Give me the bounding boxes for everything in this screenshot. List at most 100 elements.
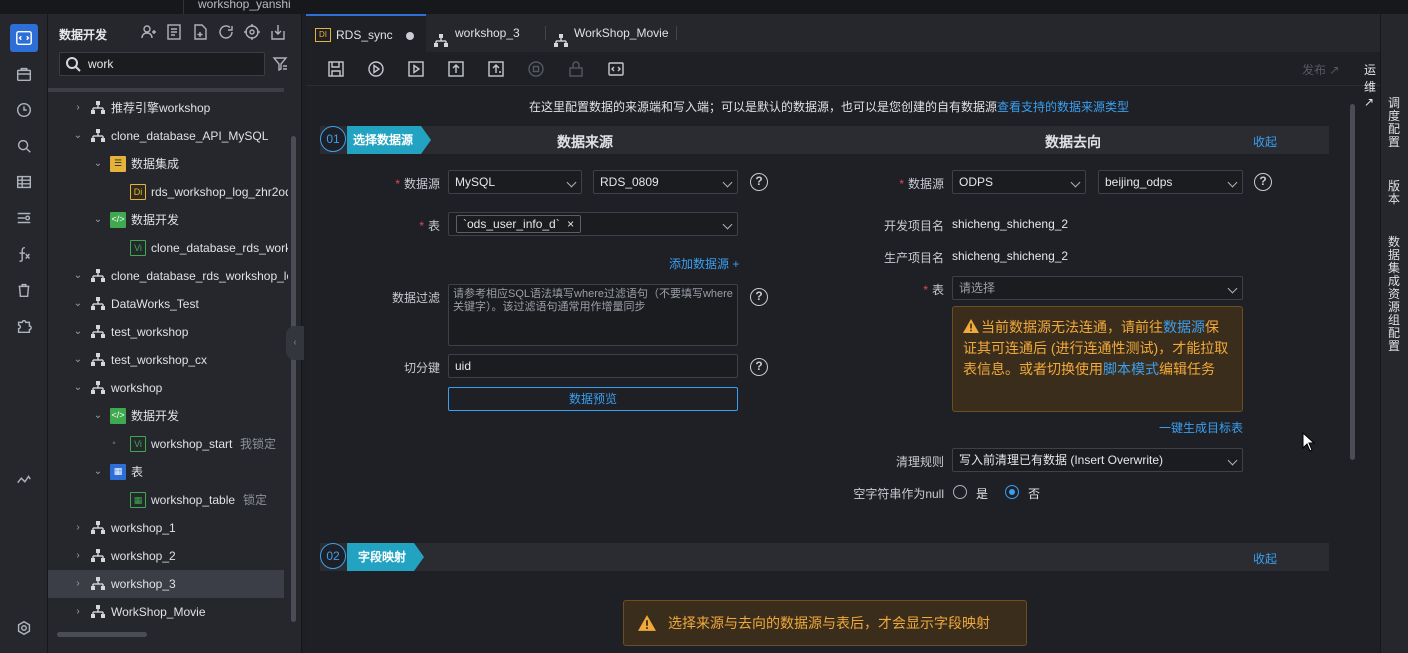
radio-yes[interactable]: [953, 485, 967, 499]
chevron-down-icon[interactable]: ⌄: [72, 290, 84, 318]
help-icon[interactable]: ?: [750, 173, 768, 191]
table-icon[interactable]: [10, 168, 38, 196]
stop-icon[interactable]: [527, 60, 545, 78]
chevron-down-icon[interactable]: ⌄: [92, 150, 104, 178]
data-preview-button[interactable]: 数据预览: [448, 387, 738, 411]
tree-item[interactable]: › 推荐引擎workshop: [48, 94, 284, 122]
filter-icon[interactable]: [272, 56, 288, 75]
code-icon[interactable]: [10, 24, 38, 52]
filter-textarea[interactable]: 请参考相应SQL语法填写where过滤语句（不要填写where关键字）。该过滤语…: [448, 284, 738, 346]
tree-item[interactable]: ⌄ clone_database_rds_workshop_lo: [48, 262, 288, 290]
chevron-down-icon[interactable]: ⌄: [92, 402, 104, 430]
project-tab[interactable]: workshop_yanshi: [183, 0, 305, 14]
collapse-link[interactable]: 收起: [1253, 133, 1277, 150]
resource-group-tab[interactable]: 数据集成资源组配置: [1387, 236, 1401, 353]
target-name-select[interactable]: beijing_odps: [1098, 170, 1243, 194]
clean-rule-select[interactable]: 写入前清理已有数据 (Insert Overwrite): [952, 448, 1243, 472]
chevron-right-icon[interactable]: ›: [72, 570, 84, 598]
chevron-down-icon[interactable]: ⌄: [72, 122, 84, 150]
content-scrollbar[interactable]: [1350, 104, 1355, 460]
new-file-icon[interactable]: [191, 23, 209, 41]
datasource-link[interactable]: 数据源: [1163, 319, 1205, 335]
locate-icon[interactable]: [243, 23, 261, 41]
tab-workshop-movie[interactable]: WorkShop_Movie: [546, 14, 676, 52]
split-key-input[interactable]: uid: [448, 354, 738, 378]
tree-item[interactable]: Vi clone_database_rds_work: [48, 234, 288, 262]
submit-icon[interactable]: [447, 60, 465, 78]
search-icon[interactable]: [10, 132, 38, 160]
refresh-icon[interactable]: [217, 23, 235, 41]
tree-item[interactable]: › workshop_2: [48, 542, 284, 570]
radio-no[interactable]: [1005, 485, 1019, 499]
target-table-select[interactable]: 请选择: [952, 276, 1243, 300]
tree-item[interactable]: ⌄ </> 数据开发: [48, 206, 284, 234]
help-icon[interactable]: ?: [750, 358, 768, 376]
trash-icon[interactable]: [10, 276, 38, 304]
lock-icon[interactable]: [567, 60, 585, 78]
chevron-down-icon[interactable]: ⌄: [72, 346, 84, 374]
help-icon[interactable]: ?: [750, 288, 768, 306]
source-type-select[interactable]: MySQL: [448, 170, 582, 194]
user-icon[interactable]: [139, 23, 157, 41]
unsaved-dot-icon[interactable]: [406, 32, 414, 40]
tree-item[interactable]: ⌄ ☰ 数据集成: [48, 150, 284, 178]
schedule-config-tab[interactable]: 调度配置: [1387, 97, 1401, 149]
publish-button[interactable]: 发布 ↗: [1302, 61, 1339, 78]
ops-button[interactable]: 运维 ↗: [1364, 61, 1380, 109]
tab-rds-sync[interactable]: DI RDS_sync: [306, 14, 426, 52]
target-type-select[interactable]: ODPS: [952, 170, 1086, 194]
document-list-icon[interactable]: [165, 23, 183, 41]
help-icon[interactable]: ?: [1254, 173, 1272, 191]
chevron-down-icon[interactable]: ⌄: [92, 206, 104, 234]
tree-item[interactable]: › workshop_3: [48, 570, 284, 598]
lineage-icon[interactable]: [10, 466, 38, 494]
source-table-select[interactable]: `ods_user_info_d` ×: [448, 212, 738, 236]
run-with-params-icon[interactable]: [407, 60, 425, 78]
submit-unlock-icon[interactable]: [487, 60, 505, 78]
sidebar-collapse-handle[interactable]: ‹: [286, 326, 304, 360]
puzzle-icon[interactable]: [10, 312, 38, 340]
run-icon[interactable]: [367, 60, 385, 78]
chip-remove-icon[interactable]: ×: [567, 217, 574, 231]
chevron-right-icon[interactable]: ›: [72, 94, 84, 122]
import-icon[interactable]: [269, 23, 287, 41]
tree-item[interactable]: ▦ workshop_table 锁定: [48, 486, 284, 514]
tree-item[interactable]: ⌄ </> 数据开发: [48, 402, 284, 430]
tree-item[interactable]: ⌄ ▦ 表: [48, 458, 284, 486]
settings-icon[interactable]: [10, 614, 38, 642]
search-input[interactable]: [88, 56, 258, 72]
chevron-right-icon[interactable]: ›: [72, 514, 84, 542]
chevron-down-icon[interactable]: ⌄: [92, 458, 104, 486]
tree-vertical-scrollbar[interactable]: [291, 136, 296, 622]
chevron-down-icon[interactable]: ⌄: [72, 318, 84, 346]
function-icon[interactable]: [10, 240, 38, 268]
tree-item[interactable]: › workshop_1: [48, 514, 284, 542]
script-mode-icon[interactable]: [607, 60, 625, 78]
generate-target-table-link[interactable]: 一键生成目标表: [1159, 419, 1243, 436]
briefcase-icon[interactable]: [10, 60, 38, 88]
script-mode-link[interactable]: 脚本模式: [1103, 361, 1159, 377]
add-datasource-link[interactable]: 添加数据源 +: [669, 255, 739, 272]
tree-item[interactable]: ⌄ test_workshop_cx: [48, 346, 284, 374]
chevron-down-icon[interactable]: ⌄: [72, 262, 84, 290]
save-icon[interactable]: [327, 60, 345, 78]
chevron-right-icon[interactable]: ›: [72, 598, 84, 626]
supported-datasource-link[interactable]: 查看支持的数据来源类型: [997, 100, 1129, 114]
version-tab[interactable]: 版本: [1387, 180, 1401, 206]
chevron-down-icon[interactable]: ⌄: [72, 374, 84, 402]
tree-item[interactable]: ◦ Vi workshop_start 我锁定: [48, 430, 284, 458]
list-settings-icon[interactable]: [10, 204, 38, 232]
collapse-link[interactable]: 收起: [1253, 550, 1277, 567]
clock-icon[interactable]: [10, 96, 38, 124]
tree-item[interactable]: Di rds_workshop_log_zhr2od: [48, 178, 288, 206]
tree-item[interactable]: › WorkShop_Movie: [48, 598, 284, 626]
source-name-select[interactable]: RDS_0809: [593, 170, 738, 194]
tree-item[interactable]: ⌄ DataWorks_Test: [48, 290, 284, 318]
tab-workshop-3[interactable]: workshop_3: [426, 14, 545, 52]
tree-item[interactable]: ⌄ clone_database_API_MySQL: [48, 122, 284, 150]
chevron-right-icon[interactable]: ›: [72, 542, 84, 570]
search-box[interactable]: [59, 52, 265, 76]
tree-item[interactable]: ⌄ test_workshop: [48, 318, 284, 346]
tree-item[interactable]: ⌄ workshop: [48, 374, 284, 402]
tree-horizontal-scrollbar[interactable]: [57, 632, 147, 637]
